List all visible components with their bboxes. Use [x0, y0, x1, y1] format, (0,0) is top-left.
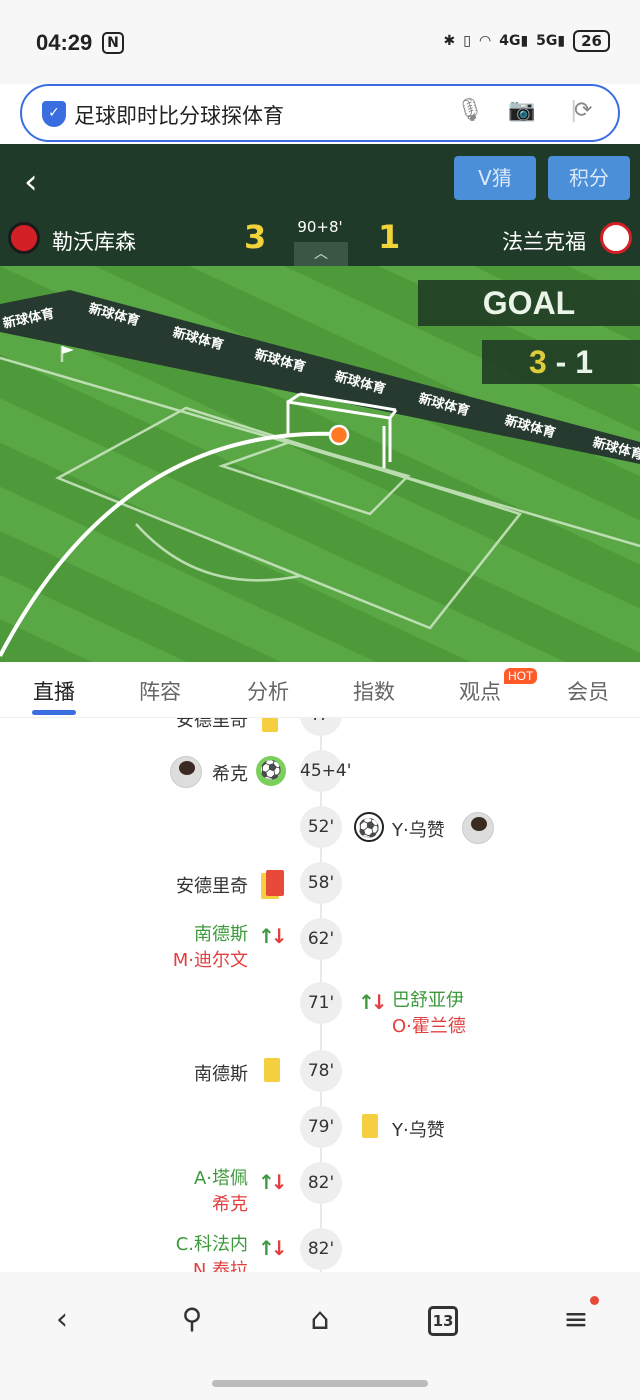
search-icon[interactable]: ⚲ — [172, 1302, 212, 1335]
points-button[interactable]: 积分 — [548, 156, 630, 200]
event-timeline[interactable]: 安德里奇 47' 希克 ⚽ 45+4' 52' ⚽ Y·乌赞 安德里奇 58' … — [0, 718, 640, 1272]
goal-banner: GOAL — [418, 280, 640, 326]
search-query[interactable]: 足球即时比分球探体育 — [74, 100, 284, 130]
goal-ball-icon: ⚽ — [256, 756, 286, 786]
event-minute: 82' — [300, 1162, 342, 1204]
event-minute: 71' — [300, 982, 342, 1024]
away-score: 1 — [378, 218, 401, 256]
home-score: 3 — [244, 218, 267, 256]
match-tabs: 直播 阵容 分析 指数 观点 HOT 会员 — [0, 662, 640, 718]
home-icon[interactable]: ⌂ — [300, 1302, 340, 1337]
substitution-icon: ↑↓ — [358, 990, 387, 1014]
hot-badge: HOT — [504, 668, 538, 684]
bluetooth-icon: ✱ — [443, 33, 456, 49]
refresh-icon[interactable]: ⟳ — [574, 98, 592, 123]
event-minute: 45+4' — [300, 750, 351, 792]
camera-icon[interactable]: 📷 — [508, 98, 535, 123]
goal-score-banner: 3 - 1 — [482, 340, 640, 384]
away-crest-icon — [600, 222, 632, 254]
event-minute: 78' — [300, 1050, 342, 1092]
tab-live[interactable]: 直播 — [14, 676, 94, 706]
tab-lineup[interactable]: 阵容 — [120, 676, 200, 706]
vguess-button[interactable]: V猜 — [454, 156, 536, 200]
status-bar: 04:29 N ✱ ▯ ◠ 4G▮ 5G▮ 26 — [0, 0, 640, 84]
sub-out-player: 希克 — [212, 1194, 248, 1215]
event-player: Y·乌赞 — [392, 1120, 445, 1141]
substitution-icon: ↑↓ — [258, 1170, 287, 1194]
search-bar[interactable]: ✓ 足球即时比分球探体育 🎙 📷 | ⟳ — [20, 84, 620, 142]
sub-in-player: A·塔佩 — [193, 1168, 248, 1189]
event-minute: 47' — [300, 718, 342, 736]
active-tab-indicator — [32, 710, 76, 715]
signal-5g-icon: 5G▮ — [536, 33, 566, 49]
sub-out-player: O·霍兰德 — [392, 1016, 466, 1037]
notification-dot — [590, 1296, 599, 1305]
substitution-icon: ↑↓ — [258, 1236, 287, 1260]
sub-in-player: 南德斯 — [194, 924, 248, 945]
event-minute: 52' — [300, 806, 342, 848]
away-team[interactable]: 法兰克福 — [502, 226, 586, 256]
player-avatar — [170, 756, 202, 788]
red-card-icon — [266, 870, 284, 896]
back-icon[interactable]: ‹ — [24, 162, 38, 202]
wifi-icon: ◠ — [479, 33, 492, 49]
event-player: 南德斯 — [194, 1064, 248, 1085]
tabs-count-icon[interactable]: 13 — [428, 1306, 458, 1336]
tab-analysis[interactable]: 分析 — [228, 676, 308, 706]
player-avatar — [462, 812, 494, 844]
event-player: Y·乌赞 — [392, 820, 445, 841]
sub-in-player: 巴舒亚伊 — [392, 990, 464, 1011]
goal-ball-icon: ⚽ — [354, 812, 384, 842]
sub-out-player: N.泰拉 — [192, 1260, 248, 1272]
home-team[interactable]: 勒沃库森 — [52, 226, 136, 256]
clock: 04:29 — [36, 30, 93, 55]
tab-odds[interactable]: 指数 — [334, 676, 414, 706]
shield-icon: ✓ — [42, 101, 66, 127]
vibrate-icon: ▯ — [463, 33, 471, 49]
match-minute: 90+8' — [297, 218, 343, 236]
event-player: 希克 — [212, 764, 248, 785]
menu-icon[interactable]: ≡ — [556, 1302, 596, 1337]
signal-4g-icon: 4G▮ — [499, 33, 529, 49]
home-crest-icon — [8, 222, 40, 254]
yellow-card-icon — [362, 1114, 378, 1138]
chevron-up-icon[interactable]: ︿ — [294, 242, 348, 266]
microphone-icon[interactable]: 🎙 — [456, 98, 484, 123]
event-minute: 79' — [300, 1106, 342, 1148]
sub-in-player: C.科法内 — [175, 1234, 248, 1255]
match-header: ‹ V猜 积分 勒沃库森 3 90+8' ︿ 1 法兰克福 — [0, 144, 640, 266]
scoreline: 勒沃库森 3 90+8' ︿ 1 法兰克福 — [0, 214, 640, 266]
event-player: 安德里奇 — [176, 718, 248, 731]
substitution-icon: ↑↓ — [258, 924, 287, 948]
event-minute: 58' — [300, 862, 342, 904]
tab-membership[interactable]: 会员 — [548, 676, 628, 706]
sub-out-player: M·迪尔文 — [172, 950, 248, 971]
battery-indicator: 26 — [573, 30, 610, 52]
status-icons: ✱ ▯ ◠ 4G▮ 5G▮ 26 — [444, 30, 610, 52]
yellow-card-icon — [264, 1058, 280, 1082]
event-minute: 62' — [300, 918, 342, 960]
gesture-bar — [212, 1380, 428, 1387]
yellow-card-icon — [262, 718, 278, 732]
back-nav-icon[interactable]: ‹ — [42, 1302, 82, 1337]
nfc-icon: N — [102, 32, 124, 54]
event-minute: 82' — [300, 1228, 342, 1270]
event-player: 安德里奇 — [176, 876, 248, 897]
